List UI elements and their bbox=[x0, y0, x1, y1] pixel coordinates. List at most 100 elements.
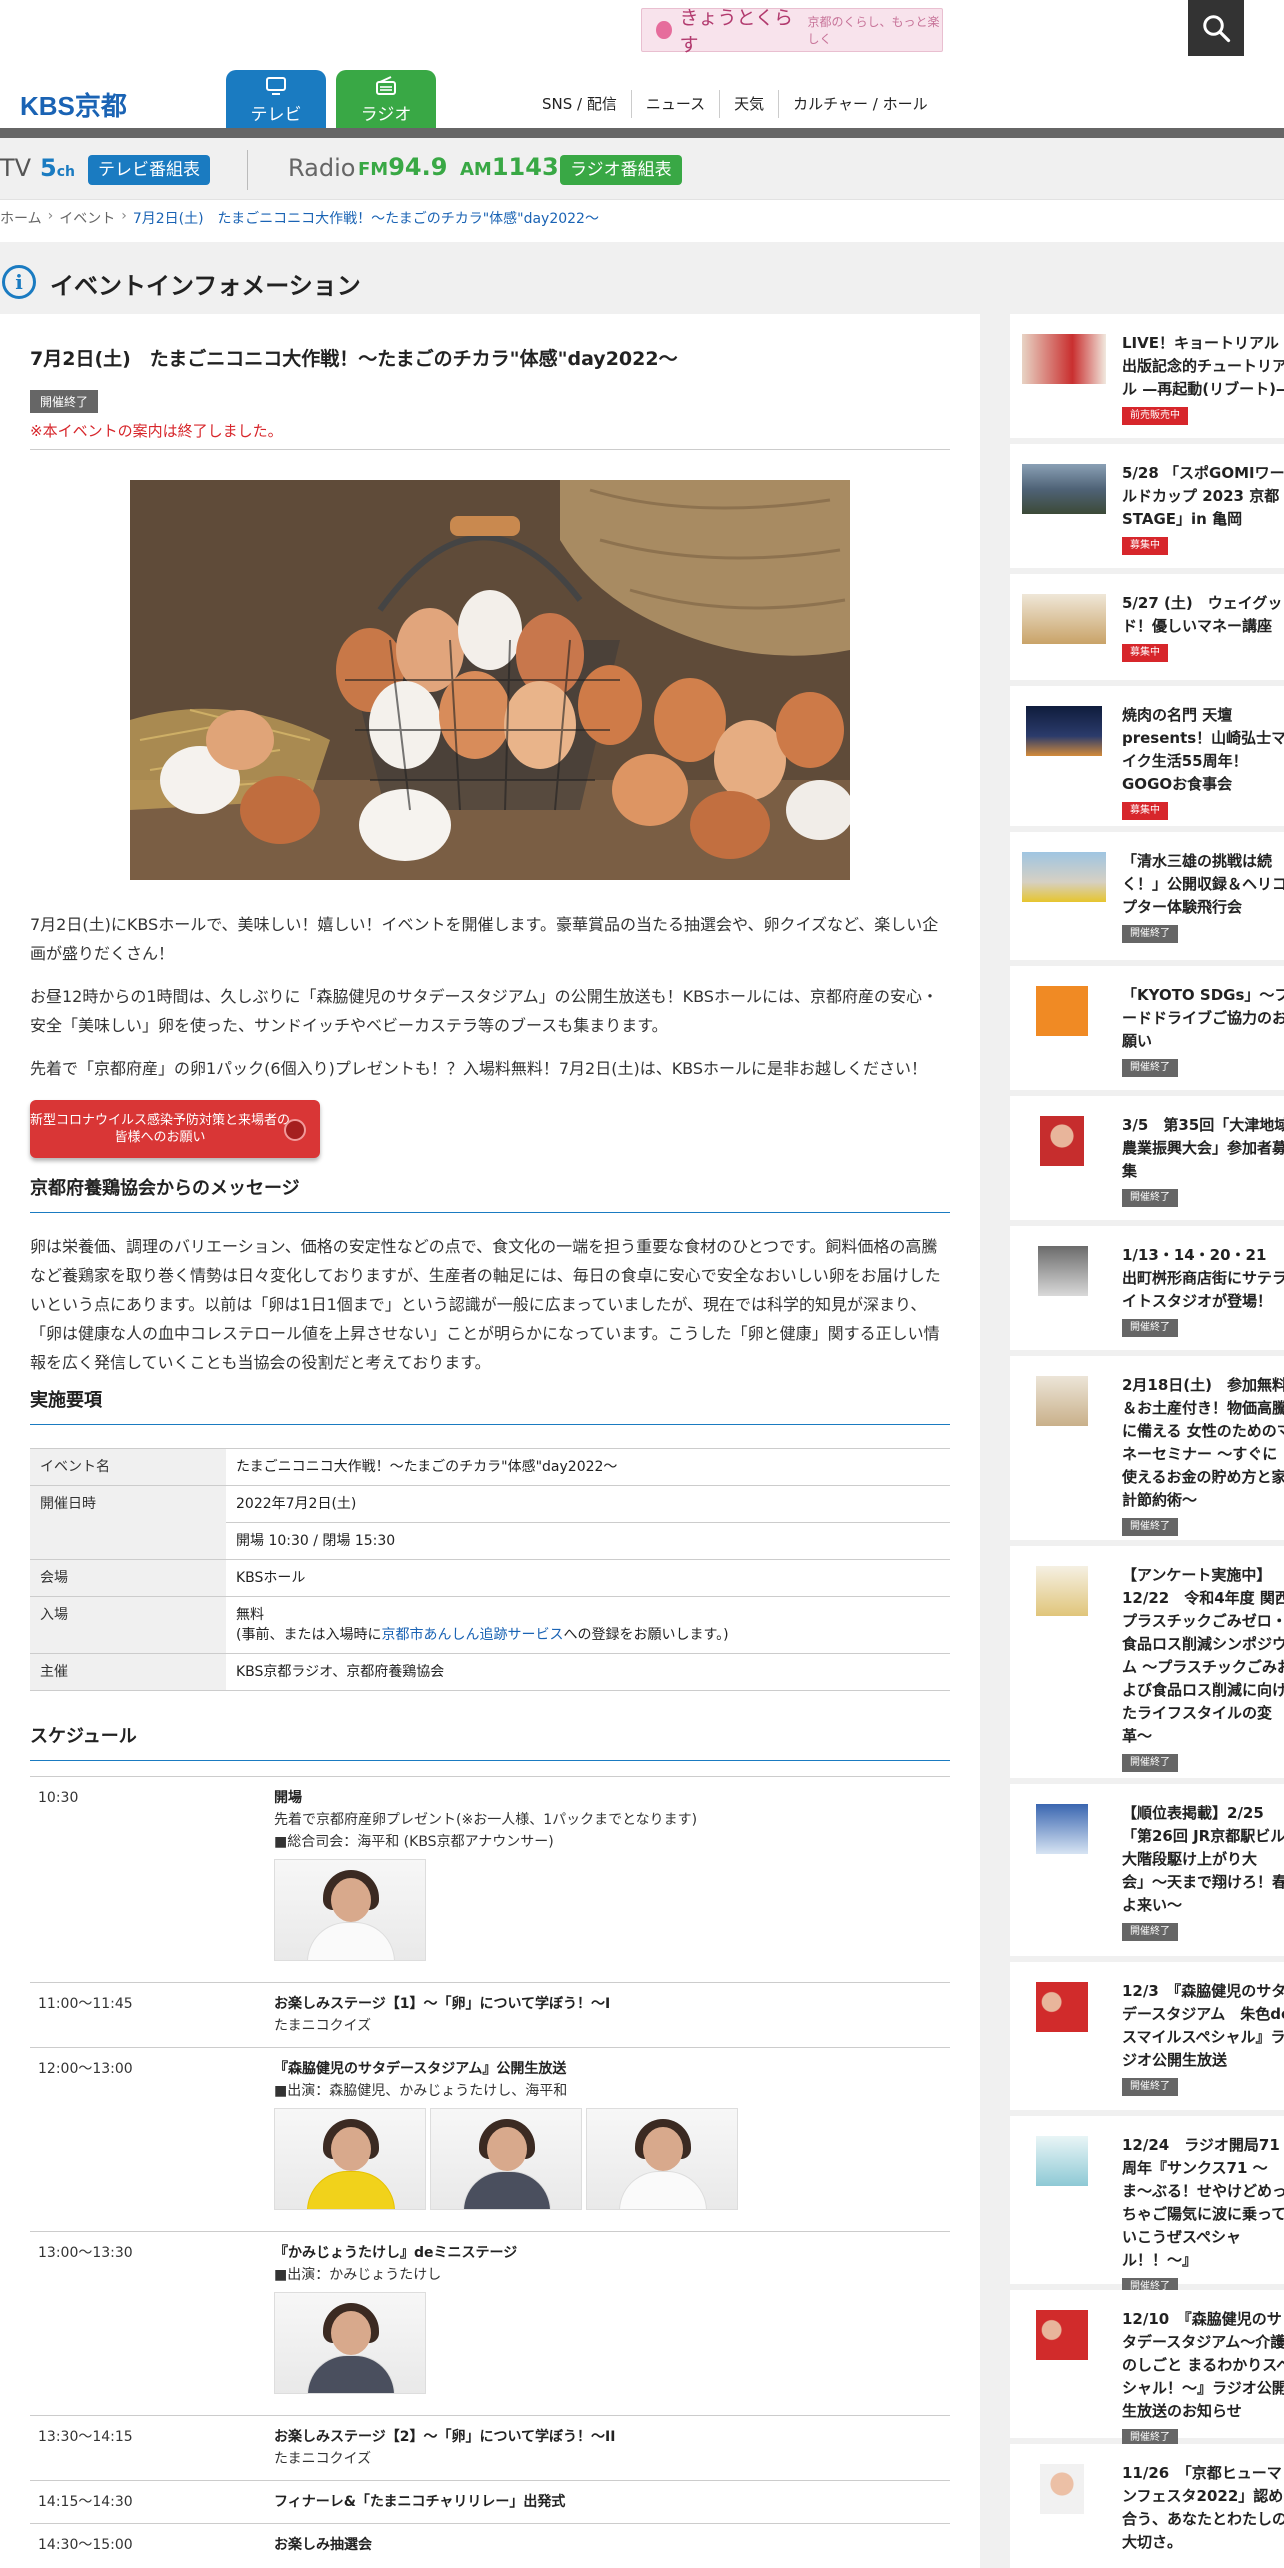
chevron-right-icon: › bbox=[121, 208, 127, 224]
fm-frequency: FM94.9 bbox=[358, 153, 448, 181]
covid-notice-label: 新型コロナウイルス感染予防対策と来場者の皆様へのお願い bbox=[30, 1113, 291, 1145]
schedule-content: お楽しみ抽選会 bbox=[274, 2537, 372, 2553]
sidebar-item-event[interactable]: 焼肉の名門 天壇 presents！山崎弘士マイク生活55周年！GOGOお食事会… bbox=[1010, 686, 1284, 826]
schedule-content: フィナーレ&「たまニコチャリリレー」出発式 bbox=[274, 2494, 566, 2510]
status-badge: 募集中 bbox=[1122, 802, 1168, 820]
tv-schedule-button[interactable]: テレビ番組表 bbox=[88, 155, 210, 185]
table-row: 入場 無料 (事前、または入場時に京都市あんしん追跡サービスへの登録をお願いしま… bbox=[30, 1596, 950, 1654]
header-menu: SNS / 配信 ニュース 天気 カルチャー / ホール bbox=[528, 90, 942, 118]
table-row: イベント名 たまごニコニコ大作戦！〜たまごのチカラ"体感"day2022〜 bbox=[30, 1448, 950, 1486]
schedule-content: お楽しみステージ【1】〜「卵」について学ぼう！〜I たまニコクイズ bbox=[274, 1996, 611, 2034]
schedule-heading: スケジュール bbox=[30, 1722, 950, 1761]
am-frequency: AM1143 bbox=[460, 153, 559, 181]
tab-radio[interactable]: ラジオ bbox=[336, 70, 436, 130]
tab-tv[interactable]: テレビ bbox=[226, 70, 326, 130]
breadcrumb-events[interactable]: イベント bbox=[59, 208, 115, 228]
kbs-kyoto-logo[interactable]: KBS京都 bbox=[20, 86, 127, 123]
tv-icon bbox=[266, 76, 286, 95]
menu-sns[interactable]: SNS / 配信 bbox=[528, 90, 631, 118]
event-thumbnail bbox=[1022, 334, 1106, 384]
status-badge: 開催終了 bbox=[1122, 1518, 1178, 1536]
schedule-list: 10:30 開場 先着で京都府産卵プレゼント(※お一人様、1パックまでとなります… bbox=[30, 1776, 950, 2566]
status-badge: 開催終了 bbox=[1122, 1059, 1178, 1077]
event-thumbnail bbox=[1036, 1804, 1088, 1854]
sidebar-item-event[interactable]: 12/10 『森脇健児のサタデースタジアム〜介護のしごと まるわかりスペシャル！… bbox=[1010, 2290, 1284, 2447]
schedule-row: 14:15〜14:30 フィナーレ&「たまニコチャリリレー」出発式 bbox=[30, 2480, 950, 2523]
sidebar-item-event[interactable]: 12/24 ラジオ開局71周年『サンクス71 〜ま〜ぶる！せやけどめっちゃご陽気… bbox=[1010, 2116, 1284, 2296]
sidebar-item-event[interactable]: LIVE！キョートリアル出版記念的チュートリアル —再起動(リブート)— 前売販売… bbox=[1010, 314, 1284, 438]
sidebar-item-event[interactable]: 【アンケート実施中】12/22 令和4年度 関西プラスチックごみゼロ・食品ロス削… bbox=[1010, 1546, 1284, 1778]
tracking-service-link[interactable]: 京都市あんしん追跡サービス bbox=[381, 1627, 563, 1643]
covid-notice-button[interactable]: 新型コロナウイルス感染予防対策と来場者の皆様へのお願い bbox=[30, 1100, 320, 1158]
sidebar-item-event[interactable]: 【順位表掲載】2/25 「第26回 JR京都駅ビル大階段駆け上がり大会」〜天まで… bbox=[1010, 1784, 1284, 1956]
status-badge: 募集中 bbox=[1122, 537, 1168, 555]
schedule-row: 12:00〜13:00 『森脇健児のサタデースタジアム』公開生放送 ■出演：森脇… bbox=[30, 2047, 950, 2231]
event-thumbnail bbox=[1040, 2464, 1084, 2514]
search-button[interactable] bbox=[1188, 0, 1244, 56]
event-thumbnail bbox=[1022, 594, 1106, 644]
schedule-row: 13:00〜13:30 『かみじょうたけし』deミニステージ ■出演：かみじょう… bbox=[30, 2231, 950, 2415]
table-value: 2022年7月2日(土) bbox=[226, 1485, 950, 1523]
schedule-row: 13:30〜14:15 お楽しみステージ【2】〜「卵」について学ぼう！〜II た… bbox=[30, 2415, 950, 2480]
sidebar-item-event[interactable]: 5/28 「スポGOMIワールドカップ 2023 京都STAGE」in 亀岡 募集… bbox=[1010, 444, 1284, 568]
event-description-1: 7月2日(土)にKBSホールで、美味しい！嬉しい！イベントを開催します。豪華賞品… bbox=[30, 915, 939, 963]
sidebar-item-event[interactable]: 12/3 『森脇健児のサタデースタジアム 朱色de スマイルスペシャル』ラジオ公… bbox=[1010, 1962, 1284, 2110]
end-notice: ※本イベントの案内は終了しました。 bbox=[30, 422, 283, 440]
status-badge: 開催終了 bbox=[1122, 925, 1178, 943]
schedule-content: 開場 先着で京都府産卵プレゼント(※お一人様、1パックまでとなります) ■総合司… bbox=[266, 1777, 950, 1982]
menu-culture-hall[interactable]: カルチャー / ホール bbox=[778, 90, 941, 118]
promo-title: きょうとくらす bbox=[679, 7, 793, 56]
status-badge: 開催終了 bbox=[30, 390, 99, 413]
event-thumbnail bbox=[1022, 464, 1106, 514]
sidebar-item-event[interactable]: 5/27 (土) ウェイグッド！優しいマネー講座 募集中 bbox=[1010, 574, 1284, 680]
event-thumbnail bbox=[1036, 1982, 1088, 2032]
page-title: イベントインフォメーション bbox=[50, 272, 361, 300]
breadcrumb-home[interactable]: ホーム bbox=[0, 208, 42, 228]
schedule-row: 10:30 開場 先着で京都府産卵プレゼント(※お一人様、1パックまでとなります… bbox=[30, 1776, 950, 1982]
menu-news[interactable]: ニュース bbox=[630, 90, 719, 118]
status-badge: 開催終了 bbox=[1122, 1319, 1178, 1337]
table-key: 開催日時 bbox=[30, 1485, 226, 1560]
channel-band: TV 5ch テレビ番組表 Radio FM94.9 AM1143 ラジオ番組表 bbox=[0, 138, 1284, 200]
tv-channel: 5ch bbox=[40, 154, 75, 182]
table-value: KBS京都ラジオ、京都府養鶏協会 bbox=[226, 1653, 950, 1691]
event-thumbnail bbox=[1026, 706, 1102, 756]
sidebar-item-event[interactable]: 「KYOTO SDGs」〜フードドライブご協力のお願い 開催終了 bbox=[1010, 966, 1284, 1090]
event-thumbnail bbox=[1036, 1376, 1088, 1426]
sidebar-item-event[interactable]: 11/26 「京都ヒューマンフェスタ2022」認め合う、あなたとわたしの大切さ。 bbox=[1010, 2444, 1284, 2568]
status-badge: 開催終了 bbox=[1122, 1923, 1178, 1941]
status-badge: 開催終了 bbox=[1122, 1189, 1178, 1207]
menu-weather[interactable]: 天気 bbox=[719, 90, 778, 118]
sidebar-item-event[interactable]: 「清水三雄の挑戦は続く！」公開収録＆ヘリコプター体験飛行会 開催終了 bbox=[1010, 832, 1284, 960]
search-icon bbox=[1203, 15, 1231, 43]
table-value: 無料 (事前、または入場時に京都市あんしん追跡サービスへの登録をお願いします。) bbox=[226, 1596, 950, 1654]
schedule-row: 14:30〜15:00 お楽しみ抽選会 bbox=[30, 2523, 950, 2566]
schedule-row: 11:00〜11:45 お楽しみステージ【1】〜「卵」について学ぼう！〜I たま… bbox=[30, 1982, 950, 2047]
status-badge: 開催終了 bbox=[1122, 2078, 1178, 2096]
table-value: KBSホール bbox=[226, 1559, 950, 1597]
schedule-content: 『森脇健児のサタデースタジアム』公開生放送 ■出演：森脇健児、かみじょうたけし、… bbox=[266, 2048, 950, 2231]
radio-label: Radio bbox=[288, 154, 356, 182]
breadcrumb: ホーム › イベント › 7月2日(土) たまごニコニコ大作戦！〜たまごのチカラ… bbox=[0, 208, 599, 228]
radio-schedule-button[interactable]: ラジオ番組表 bbox=[560, 155, 682, 185]
details-table: イベント名 たまごニコニコ大作戦！〜たまごのチカラ"体感"day2022〜 開催… bbox=[30, 1448, 950, 1691]
event-description-3: 先着で「京都府産」の卵1パック(6個入り)プレゼントも！？入場料無料！7月2日(… bbox=[30, 1059, 928, 1078]
event-thumbnail bbox=[1036, 2310, 1088, 2360]
event-thumbnail bbox=[1040, 1116, 1084, 1166]
sidebar-item-event[interactable]: 1/13・14・20・21 出町桝形商店街にサテライトスタジオが登場！ 開催終了 bbox=[1010, 1226, 1284, 1350]
photo-performer bbox=[274, 2292, 426, 2394]
sidebar-item-event[interactable]: 3/5 第35回「大津地域農業振興大会」参加者募集 開催終了 bbox=[1010, 1096, 1284, 1220]
event-thumbnail bbox=[1036, 2136, 1088, 2186]
event-thumbnail bbox=[1038, 1246, 1088, 1296]
table-row: 開催日時 2022年7月2日(土) bbox=[30, 1485, 950, 1560]
info-icon: i bbox=[2, 265, 36, 299]
radio-icon bbox=[376, 75, 396, 95]
table-key: イベント名 bbox=[30, 1448, 226, 1486]
schedule-time: 14:15〜14:30 bbox=[38, 2494, 133, 2510]
schedule-content: お楽しみステージ【2】〜「卵」について学ぼう！〜II たまニコクイズ bbox=[274, 2429, 616, 2467]
sidebar-item-event[interactable]: 2月18日(土) 参加無料＆お土産付き！物価高騰に備える 女性のためのマネーセミ… bbox=[1010, 1356, 1284, 1540]
photo-performer-1 bbox=[274, 2108, 426, 2210]
event-thumbnail bbox=[1036, 1566, 1088, 1616]
kyoto-kurasu-banner[interactable]: きょうとくらす 京都のくらし、もっと楽しく bbox=[641, 7, 943, 56]
eggs-basket-illustration bbox=[130, 480, 850, 880]
